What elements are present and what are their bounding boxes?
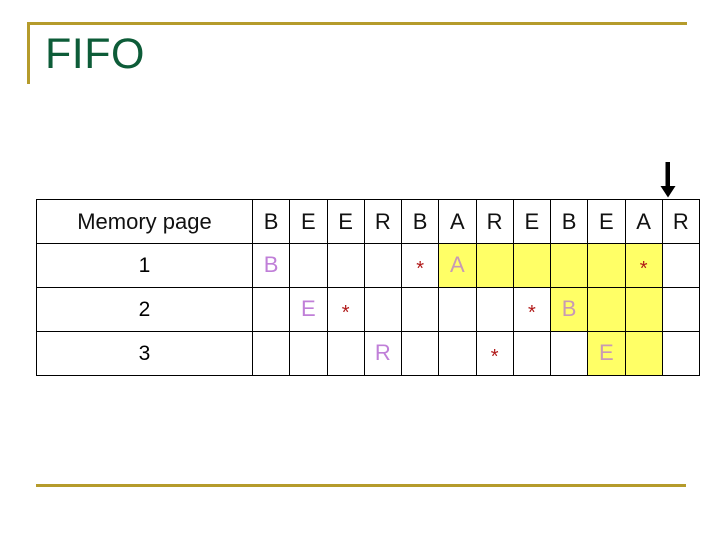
arrow-down-icon <box>659 162 677 198</box>
memory-page-label: 2 <box>36 287 253 332</box>
reference-string-cell: E <box>587 199 626 244</box>
memory-page-letter-cell: E <box>587 331 626 376</box>
reference-string-cell: E <box>512 199 552 244</box>
page-letter: E <box>599 339 614 365</box>
page-fault-star-cell: * <box>512 287 552 332</box>
empty-cell <box>251 331 291 376</box>
empty-cell <box>326 243 365 288</box>
page-fault-star-cell: * <box>624 243 663 288</box>
empty-cell <box>587 287 626 332</box>
empty-cell <box>549 243 589 288</box>
empty-cell <box>475 287 514 332</box>
empty-cell <box>475 243 514 288</box>
page-fault-star: * <box>490 345 499 368</box>
reference-string-cell: A <box>624 199 663 244</box>
fifo-memory-table: Memory page B E E R B A R E B E A R 1 B * A * 2 E * * B 3 R * E <box>36 199 701 376</box>
table-row: 1 B * A * <box>36 243 701 288</box>
reference-string-cell: B <box>400 199 440 244</box>
reference-string-cell: R <box>475 199 514 244</box>
empty-cell <box>661 331 701 376</box>
reference-string-cell: E <box>326 199 365 244</box>
empty-cell <box>512 331 552 376</box>
page-fault-star: * <box>527 301 536 324</box>
footer-accent-rule <box>36 484 686 487</box>
title-block: FIFO <box>27 22 687 84</box>
table-header-row: Memory page B E E R B A R E B E A R <box>36 199 701 244</box>
empty-cell <box>363 287 403 332</box>
page-fault-star: * <box>416 257 425 280</box>
memory-page-letter-cell: A <box>438 243 477 288</box>
page-letter: A <box>450 251 465 277</box>
empty-cell <box>251 287 291 332</box>
memory-page-letter-cell: B <box>251 243 291 288</box>
empty-cell <box>289 331 328 376</box>
page-title: FIFO <box>45 30 145 78</box>
memory-page-letter-cell: R <box>363 331 403 376</box>
page-fault-star: * <box>639 257 648 280</box>
empty-cell <box>438 287 477 332</box>
empty-cell <box>400 287 440 332</box>
empty-cell <box>624 287 663 332</box>
memory-page-letter-cell: E <box>289 287 328 332</box>
table-row: 2 E * * B <box>36 287 701 332</box>
memory-page-label: 3 <box>36 331 253 376</box>
page-fault-star-cell: * <box>475 331 514 376</box>
title-accent-rule-top <box>27 22 687 25</box>
reference-string-cell: A <box>438 199 477 244</box>
reference-string-cell: R <box>363 199 403 244</box>
empty-cell <box>363 243 403 288</box>
empty-cell <box>661 287 701 332</box>
page-fault-star-cell: * <box>326 287 365 332</box>
reference-string-cell: E <box>289 199 328 244</box>
empty-cell <box>661 243 701 288</box>
reference-string-cell: B <box>549 199 589 244</box>
page-letter: E <box>301 295 316 321</box>
empty-cell <box>438 331 477 376</box>
row-header-label: Memory page <box>36 199 253 244</box>
reference-string-cell: B <box>251 199 291 244</box>
page-fault-star-cell: * <box>400 243 440 288</box>
empty-cell <box>512 243 552 288</box>
page-letter: B <box>561 295 577 321</box>
title-accent-rule-left <box>27 22 30 84</box>
page-fault-star: * <box>341 301 350 324</box>
reference-string-cell: R <box>661 199 701 244</box>
empty-cell <box>289 243 328 288</box>
page-letter: R <box>374 339 391 365</box>
memory-page-label: 1 <box>36 243 253 288</box>
empty-cell <box>587 243 626 288</box>
table-row: 3 R * E <box>36 331 701 376</box>
page-letter: B <box>263 251 279 277</box>
empty-cell <box>624 331 663 376</box>
memory-page-letter-cell: B <box>549 287 589 332</box>
empty-cell <box>326 331 365 376</box>
empty-cell <box>549 331 589 376</box>
empty-cell <box>400 331 440 376</box>
